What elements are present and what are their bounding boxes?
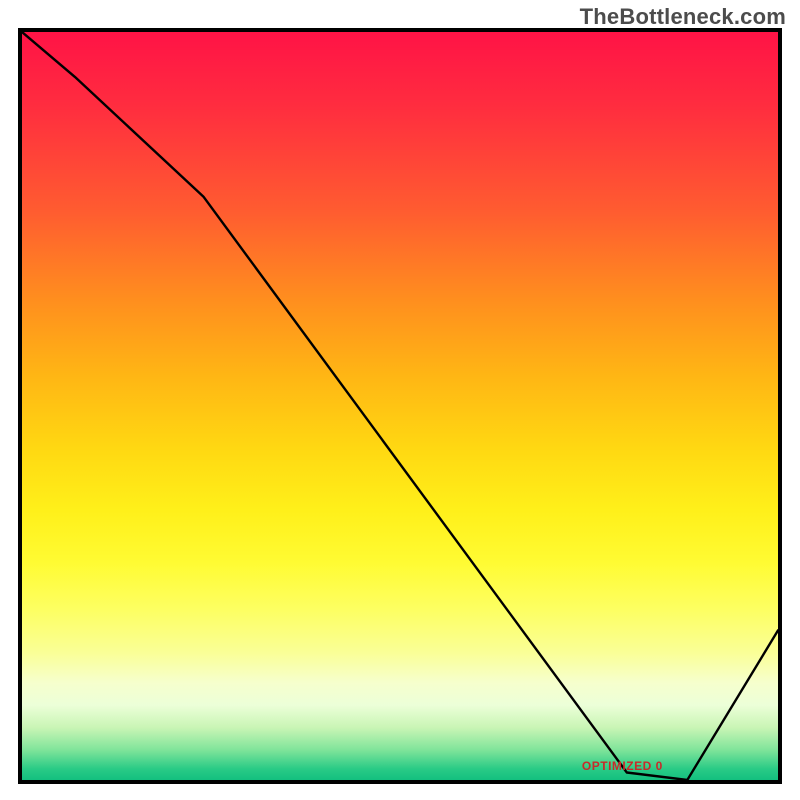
- curve-svg: [22, 32, 778, 780]
- optimized-annotation: OPTIMIZED 0: [582, 759, 663, 773]
- plot-frame: OPTIMIZED 0: [18, 28, 782, 784]
- chart-container: TheBottleneck.com OPTIMIZED 0: [0, 0, 800, 800]
- watermark-text: TheBottleneck.com: [580, 4, 786, 30]
- bottleneck-curve-line: [22, 32, 778, 780]
